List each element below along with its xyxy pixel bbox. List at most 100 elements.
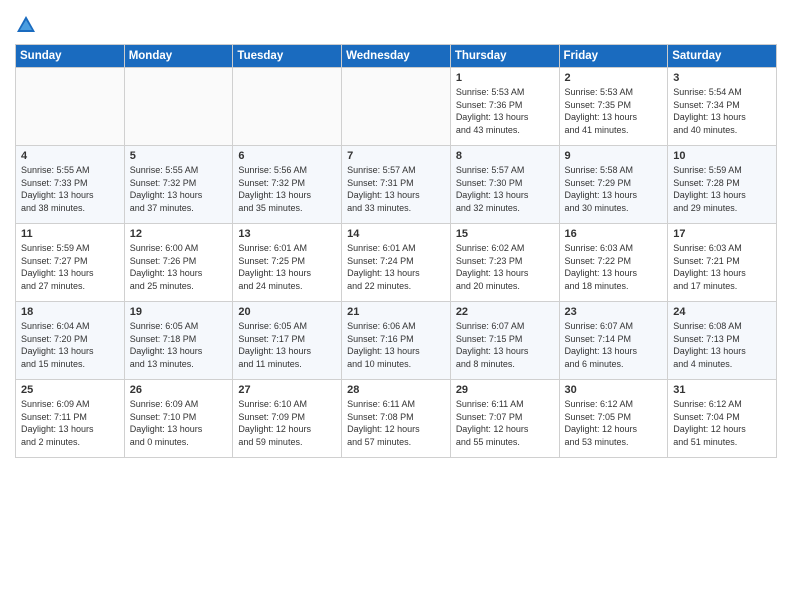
cell-content: Sunrise: 5:53 AM Sunset: 7:35 PM Dayligh…: [565, 86, 663, 136]
calendar-week-3: 11Sunrise: 5:59 AM Sunset: 7:27 PM Dayli…: [16, 224, 777, 302]
calendar-cell: 31 Sunrise: 6:12 AM Sunset: 7:04 PM Dayli…: [668, 380, 777, 458]
cell-content: Sunrise: 6:05 AM Sunset: 7:17 PM Dayligh…: [238, 320, 336, 370]
cell-content: Sunrise: 5:56 AM Sunset: 7:32 PM Dayligh…: [238, 164, 336, 214]
calendar-cell: 12Sunrise: 6:00 AM Sunset: 7:26 PM Dayli…: [124, 224, 233, 302]
day-number: 9: [565, 150, 663, 162]
calendar-week-2: 4Sunrise: 5:55 AM Sunset: 7:33 PM Daylig…: [16, 146, 777, 224]
cell-content: Sunrise: 6:04 AM Sunset: 7:20 PM Dayligh…: [21, 320, 119, 370]
day-number: 14: [347, 228, 445, 240]
calendar-cell: 2Sunrise: 5:53 AM Sunset: 7:35 PM Daylig…: [559, 68, 668, 146]
weekday-header-tuesday: Tuesday: [233, 45, 342, 68]
calendar-body: 1Sunrise: 5:53 AM Sunset: 7:36 PM Daylig…: [16, 68, 777, 458]
cell-content: Sunrise: 5:55 AM Sunset: 7:33 PM Dayligh…: [21, 164, 119, 214]
weekday-header-wednesday: Wednesday: [342, 45, 451, 68]
calendar-cell: 4Sunrise: 5:55 AM Sunset: 7:33 PM Daylig…: [16, 146, 125, 224]
cell-content: Sunrise: 6:05 AM Sunset: 7:18 PM Dayligh…: [130, 320, 228, 370]
weekday-header-saturday: Saturday: [668, 45, 777, 68]
calendar-cell: 26Sunrise: 6:09 AM Sunset: 7:10 PM Dayli…: [124, 380, 233, 458]
cell-content: Sunrise: 6:06 AM Sunset: 7:16 PM Dayligh…: [347, 320, 445, 370]
day-number: 21: [347, 306, 445, 318]
cell-content: Sunrise: 6:11 AM Sunset: 7:08 PM Dayligh…: [347, 398, 445, 448]
cell-content: Sunrise: 5:57 AM Sunset: 7:30 PM Dayligh…: [456, 164, 554, 214]
calendar-cell: 8 Sunrise: 5:57 AM Sunset: 7:30 PM Daylig…: [450, 146, 559, 224]
calendar-cell: 13Sunrise: 6:01 AM Sunset: 7:25 PM Dayli…: [233, 224, 342, 302]
day-number: 26: [130, 384, 228, 396]
calendar-cell: 27Sunrise: 6:10 AM Sunset: 7:09 PM Dayli…: [233, 380, 342, 458]
calendar-cell: 6Sunrise: 5:56 AM Sunset: 7:32 PM Daylig…: [233, 146, 342, 224]
calendar-table: SundayMondayTuesdayWednesdayThursdayFrid…: [15, 44, 777, 458]
cell-content: Sunrise: 6:01 AM Sunset: 7:24 PM Dayligh…: [347, 242, 445, 292]
calendar-cell: 23 Sunrise: 6:07 AM Sunset: 7:14 PM Dayli…: [559, 302, 668, 380]
weekday-header-friday: Friday: [559, 45, 668, 68]
calendar-cell: [124, 68, 233, 146]
calendar-cell: 29 Sunrise: 6:11 AM Sunset: 7:07 PM Dayli…: [450, 380, 559, 458]
day-number: 12: [130, 228, 228, 240]
calendar-week-5: 25 Sunrise: 6:09 AM Sunset: 7:11 PM Dayli…: [16, 380, 777, 458]
weekday-header-sunday: Sunday: [16, 45, 125, 68]
cell-content: Sunrise: 6:09 AM Sunset: 7:11 PM Dayligh…: [21, 398, 119, 448]
day-number: 30: [565, 384, 663, 396]
cell-content: Sunrise: 6:12 AM Sunset: 7:05 PM Dayligh…: [565, 398, 663, 448]
day-number: 27: [238, 384, 336, 396]
cell-content: Sunrise: 5:59 AM Sunset: 7:28 PM Dayligh…: [673, 164, 771, 214]
cell-content: Sunrise: 5:55 AM Sunset: 7:32 PM Dayligh…: [130, 164, 228, 214]
calendar-cell: 24 Sunrise: 6:08 AM Sunset: 7:13 PM Dayli…: [668, 302, 777, 380]
logo-icon: [15, 14, 37, 36]
cell-content: Sunrise: 6:07 AM Sunset: 7:14 PM Dayligh…: [565, 320, 663, 370]
cell-content: Sunrise: 6:01 AM Sunset: 7:25 PM Dayligh…: [238, 242, 336, 292]
cell-content: Sunrise: 6:12 AM Sunset: 7:04 PM Dayligh…: [673, 398, 771, 448]
calendar-cell: 5Sunrise: 5:55 AM Sunset: 7:32 PM Daylig…: [124, 146, 233, 224]
calendar-cell: 20Sunrise: 6:05 AM Sunset: 7:17 PM Dayli…: [233, 302, 342, 380]
calendar-cell: 19 Sunrise: 6:05 AM Sunset: 7:18 PM Dayli…: [124, 302, 233, 380]
page: SundayMondayTuesdayWednesdayThursdayFrid…: [0, 0, 792, 612]
day-number: 24: [673, 306, 771, 318]
calendar-cell: 15Sunrise: 6:02 AM Sunset: 7:23 PM Dayli…: [450, 224, 559, 302]
logo: [15, 14, 40, 36]
cell-content: Sunrise: 5:54 AM Sunset: 7:34 PM Dayligh…: [673, 86, 771, 136]
cell-content: Sunrise: 6:11 AM Sunset: 7:07 PM Dayligh…: [456, 398, 554, 448]
day-number: 28: [347, 384, 445, 396]
cell-content: Sunrise: 6:03 AM Sunset: 7:21 PM Dayligh…: [673, 242, 771, 292]
cell-content: Sunrise: 5:58 AM Sunset: 7:29 PM Dayligh…: [565, 164, 663, 214]
cell-content: Sunrise: 5:59 AM Sunset: 7:27 PM Dayligh…: [21, 242, 119, 292]
day-number: 19: [130, 306, 228, 318]
calendar-cell: 30 Sunrise: 6:12 AM Sunset: 7:05 PM Dayli…: [559, 380, 668, 458]
day-number: 25: [21, 384, 119, 396]
calendar-cell: 7 Sunrise: 5:57 AM Sunset: 7:31 PM Daylig…: [342, 146, 451, 224]
day-number: 29: [456, 384, 554, 396]
day-number: 7: [347, 150, 445, 162]
calendar-cell: 9 Sunrise: 5:58 AM Sunset: 7:29 PM Daylig…: [559, 146, 668, 224]
day-number: 23: [565, 306, 663, 318]
cell-content: Sunrise: 6:07 AM Sunset: 7:15 PM Dayligh…: [456, 320, 554, 370]
calendar-cell: [16, 68, 125, 146]
calendar-week-4: 18 Sunrise: 6:04 AM Sunset: 7:20 PM Dayli…: [16, 302, 777, 380]
calendar-cell: 1Sunrise: 5:53 AM Sunset: 7:36 PM Daylig…: [450, 68, 559, 146]
day-number: 8: [456, 150, 554, 162]
day-number: 31: [673, 384, 771, 396]
day-number: 18: [21, 306, 119, 318]
calendar-cell: 11Sunrise: 5:59 AM Sunset: 7:27 PM Dayli…: [16, 224, 125, 302]
calendar-cell: 3 Sunrise: 5:54 AM Sunset: 7:34 PM Daylig…: [668, 68, 777, 146]
day-number: 17: [673, 228, 771, 240]
calendar-cell: 17 Sunrise: 6:03 AM Sunset: 7:21 PM Dayli…: [668, 224, 777, 302]
calendar-cell: 28 Sunrise: 6:11 AM Sunset: 7:08 PM Dayli…: [342, 380, 451, 458]
cell-content: Sunrise: 5:57 AM Sunset: 7:31 PM Dayligh…: [347, 164, 445, 214]
weekday-header-monday: Monday: [124, 45, 233, 68]
calendar-cell: 10 Sunrise: 5:59 AM Sunset: 7:28 PM Dayli…: [668, 146, 777, 224]
calendar-cell: 18 Sunrise: 6:04 AM Sunset: 7:20 PM Dayli…: [16, 302, 125, 380]
calendar-cell: 25 Sunrise: 6:09 AM Sunset: 7:11 PM Dayli…: [16, 380, 125, 458]
day-number: 1: [456, 72, 554, 84]
calendar-cell: [233, 68, 342, 146]
cell-content: Sunrise: 6:08 AM Sunset: 7:13 PM Dayligh…: [673, 320, 771, 370]
calendar-header: SundayMondayTuesdayWednesdayThursdayFrid…: [16, 45, 777, 68]
day-number: 10: [673, 150, 771, 162]
calendar-cell: 16Sunrise: 6:03 AM Sunset: 7:22 PM Dayli…: [559, 224, 668, 302]
calendar-week-1: 1Sunrise: 5:53 AM Sunset: 7:36 PM Daylig…: [16, 68, 777, 146]
calendar-cell: [342, 68, 451, 146]
day-number: 3: [673, 72, 771, 84]
calendar-cell: 21 Sunrise: 6:06 AM Sunset: 7:16 PM Dayli…: [342, 302, 451, 380]
day-number: 22: [456, 306, 554, 318]
weekday-header-thursday: Thursday: [450, 45, 559, 68]
calendar-cell: 14 Sunrise: 6:01 AM Sunset: 7:24 PM Dayli…: [342, 224, 451, 302]
header: [15, 10, 777, 36]
